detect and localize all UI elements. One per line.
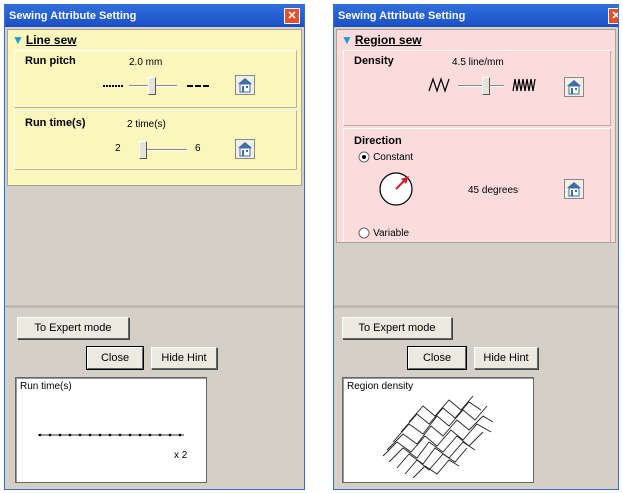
section-label: Region sew — [354, 33, 422, 47]
density-slider-track[interactable] — [458, 85, 504, 87]
run-pitch-slider-thumb[interactable] — [148, 77, 156, 95]
window-title: Sewing Attribute Setting — [338, 10, 466, 22]
run-pitch-group: Run pitch 2.0 mm — [14, 50, 297, 108]
sewing-attribute-window-region: Sewing Attribute Setting ✕ ▼Region sew D… — [333, 4, 619, 490]
splitter[interactable] — [334, 305, 618, 308]
density-value: 4.5 line/mm — [452, 57, 504, 68]
title-bar[interactable]: Sewing Attribute Setting ✕ — [334, 5, 618, 27]
hint-panel: Region density — [342, 377, 534, 483]
dense-zigzag-icon — [512, 78, 536, 92]
run-times-label: Run time(s) — [25, 117, 86, 129]
variable-radio-label: Variable — [373, 228, 410, 239]
house-reset-icon[interactable] — [564, 77, 584, 97]
hint-label: Run time(s) — [20, 381, 72, 392]
sewing-attribute-window-line: Sewing Attribute Setting ✕ ▼ Line sew Run… — [4, 4, 305, 490]
radio-unselected-icon — [358, 227, 370, 239]
hint-caption: x 2 — [174, 450, 188, 461]
close-icon[interactable]: ✕ — [608, 8, 618, 24]
region-sew-panel: ▼ Region sew Density 4.5 line/mm Directio… — [336, 29, 616, 243]
splitter[interactable] — [5, 305, 304, 308]
close-button[interactable]: Close — [86, 346, 144, 370]
density-label: Density — [354, 55, 394, 67]
run-times-slider-thumb[interactable] — [139, 141, 147, 159]
region-sew-header[interactable]: ▼ Region sew — [337, 30, 615, 50]
density-slider-thumb[interactable] — [482, 77, 490, 95]
window-title: Sewing Attribute Setting — [9, 10, 137, 22]
direction-label: Direction — [354, 135, 402, 147]
expand-triangle-icon[interactable]: ▼ — [12, 33, 24, 47]
section-label: Line sew — [25, 33, 77, 47]
run-times-group: Run time(s) 2 time(s) 2 6 — [14, 110, 297, 170]
hint-panel: Run time(s) x 2 — [15, 377, 207, 483]
hide-hint-button[interactable]: Hide Hint — [151, 347, 217, 369]
angle-text: 45 degrees — [468, 185, 519, 196]
run-times-value: 2 time(s) — [127, 119, 166, 130]
close-button[interactable]: Close — [407, 346, 467, 370]
hint-label: Region density — [347, 381, 414, 392]
run-times-min: 2 — [115, 143, 121, 154]
hide-hint-button[interactable]: Hide Hint — [474, 347, 538, 369]
constant-radio[interactable]: Constant — [358, 151, 413, 163]
title-bar[interactable]: Sewing Attribute Setting ✕ — [5, 5, 304, 27]
radio-selected-icon — [358, 151, 370, 163]
direction-group: Direction Constant 45 degrees Variable — [343, 128, 611, 242]
run-pitch-value: 2.0 mm — [129, 57, 163, 68]
run-pitch-label: Run pitch — [25, 55, 76, 67]
expert-mode-button[interactable]: To Expert mode — [342, 317, 452, 339]
run-times-max: 6 — [195, 143, 201, 154]
house-reset-icon[interactable] — [235, 75, 255, 95]
expert-mode-button[interactable]: To Expert mode — [17, 317, 129, 339]
house-reset-icon[interactable] — [564, 179, 584, 199]
long-stitch-icon — [187, 85, 209, 87]
run-stitch-illustration — [38, 433, 184, 437]
line-sew-header[interactable]: ▼ Line sew — [8, 30, 301, 50]
variable-radio[interactable]: Variable — [358, 227, 409, 239]
short-stitch-icon — [103, 85, 123, 87]
expand-triangle-icon[interactable]: ▼ — [341, 33, 353, 47]
close-icon[interactable]: ✕ — [284, 8, 300, 24]
direction-dial-icon[interactable] — [378, 171, 414, 207]
sparse-zigzag-icon — [428, 77, 450, 93]
line-sew-panel: ▼ Line sew Run pitch 2.0 mm Run time(s) 2… — [7, 29, 302, 186]
region-density-illustration — [382, 395, 494, 479]
house-reset-icon[interactable] — [235, 139, 255, 159]
constant-radio-label: Constant — [373, 152, 414, 163]
density-group: Density 4.5 line/mm — [343, 50, 611, 126]
